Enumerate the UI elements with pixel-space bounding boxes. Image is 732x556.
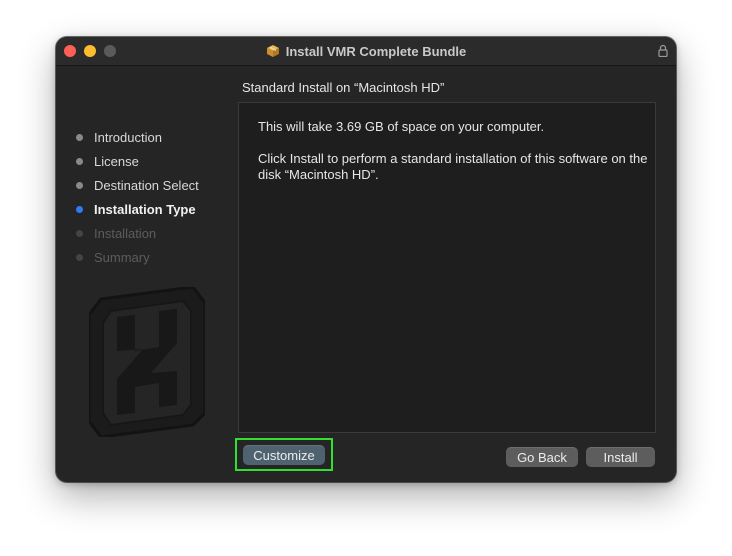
step-bullet-active [76, 205, 83, 213]
step-summary: Summary [76, 245, 199, 269]
step-label: Installation Type [94, 201, 196, 217]
step-destination-select: Destination Select [76, 173, 199, 197]
go-back-button[interactable]: Go Back [506, 447, 578, 467]
install-button[interactable]: Install [586, 447, 655, 467]
install-heading: Standard Install on “Macintosh HD” [242, 80, 445, 95]
step-installation-type: Installation Type [76, 197, 199, 221]
installer-steps-list: Introduction License Destination Select … [76, 125, 199, 269]
step-bullet [76, 229, 83, 237]
step-installation: Installation [76, 221, 199, 245]
step-label: Installation [94, 225, 157, 241]
install-info-panel: This will take 3.69 GB of space on your … [238, 102, 656, 433]
step-bullet [76, 181, 83, 189]
step-introduction: Introduction [76, 125, 199, 149]
lock-icon [658, 44, 668, 57]
window-title: Install VMR Complete Bundle [285, 43, 467, 59]
customize-highlight: Customize [235, 438, 333, 471]
step-bullet [76, 133, 83, 141]
step-license: License [76, 149, 199, 173]
title-bar[interactable]: Install VMR Complete Bundle [56, 37, 676, 66]
step-bullet [76, 253, 83, 261]
step-label: Summary [94, 249, 150, 265]
space-required-text: This will take 3.69 GB of space on your … [258, 119, 545, 134]
step-label: Introduction [94, 129, 162, 145]
step-bullet [76, 157, 83, 165]
installer-window: Install VMR Complete Bundle Introduction… [56, 37, 676, 482]
customize-button[interactable]: Customize [243, 445, 325, 465]
step-label: Destination Select [94, 177, 199, 193]
package-icon [266, 45, 279, 57]
step-label: License [94, 153, 139, 169]
install-instructions-text: Click Install to perform a standard inst… [258, 151, 648, 182]
brand-logo [89, 287, 205, 437]
